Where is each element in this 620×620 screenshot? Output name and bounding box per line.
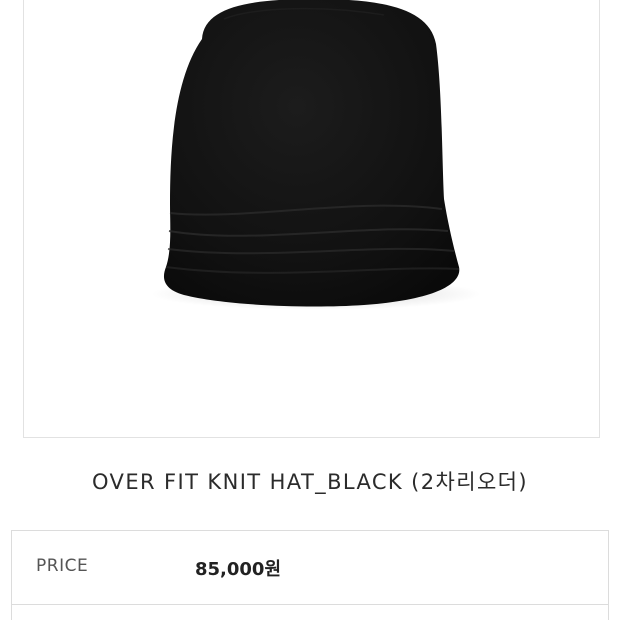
price-value: 85,000원 bbox=[195, 559, 282, 580]
product-title: OVER FIT KNIT HAT_BLACK (2차리오더) bbox=[92, 470, 528, 494]
price-row: PRICE 85,000원 bbox=[12, 531, 608, 605]
product-page: OVER FIT KNIT HAT_BLACK (2차리오더) PRICE 85… bbox=[0, 0, 620, 620]
product-image-frame[interactable] bbox=[23, 0, 600, 438]
price-label: PRICE bbox=[36, 556, 89, 576]
knit-hat-image bbox=[151, 0, 481, 310]
price-table: PRICE 85,000원 bbox=[11, 530, 609, 620]
